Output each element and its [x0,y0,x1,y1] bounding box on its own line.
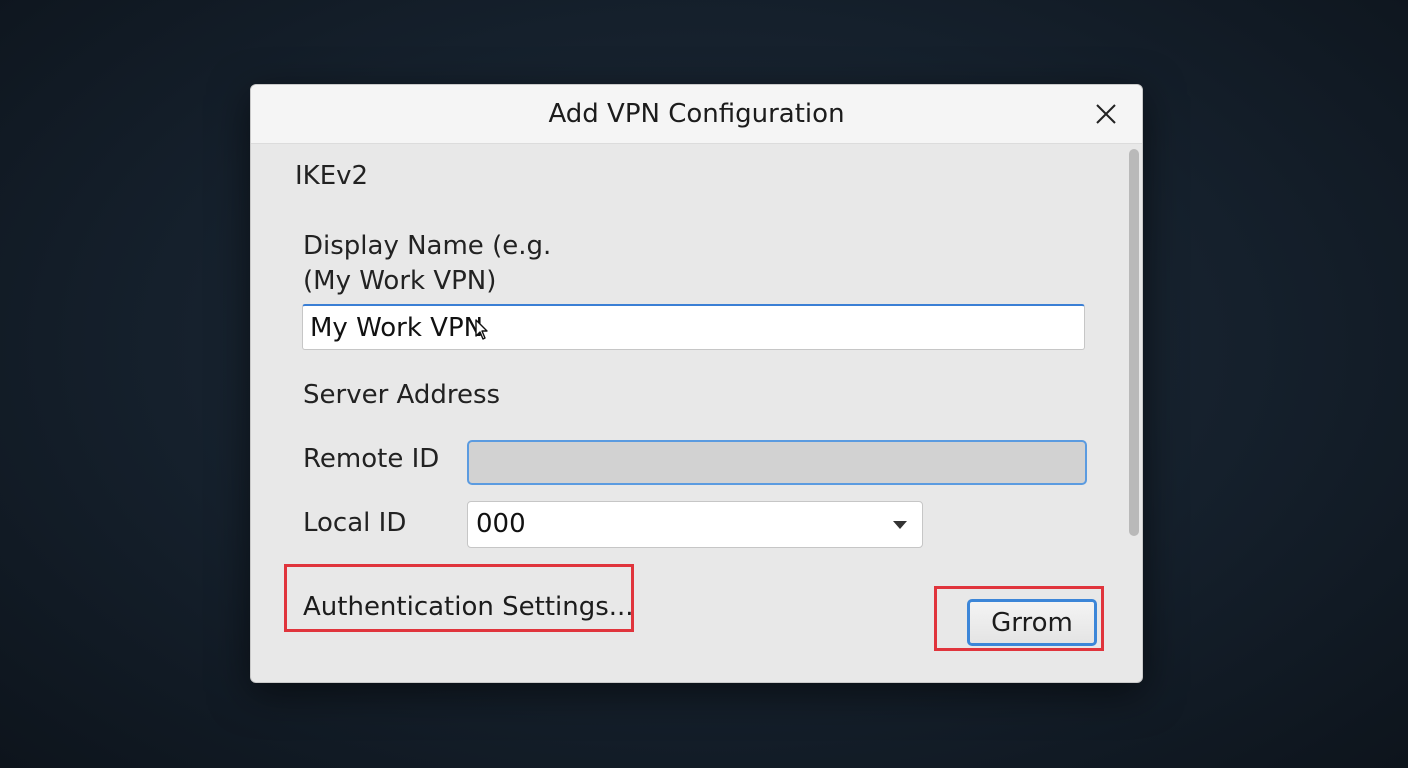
local-id-select[interactable]: 000 [467,501,923,548]
text-cursor-icon [475,319,488,340]
remote-id-label: Remote ID [303,444,440,474]
close-button[interactable] [1087,95,1125,133]
display-name-label: Display Name (e.g. (My Work VPN) [303,229,703,299]
protocol-label: IKEv2 [295,161,369,191]
local-id-label: Local ID [303,508,407,538]
close-icon [1096,104,1116,124]
server-address-label: Server Address [303,380,501,410]
display-name-label-line2: (My Work VPN) [303,266,497,296]
vertical-scrollbar[interactable] [1129,149,1139,536]
vpn-config-dialog: Add VPN Configuration IKEv2 Display Name… [250,84,1143,683]
local-id-value: 000 [476,509,526,539]
remote-id-input[interactable] [467,440,1087,485]
dialog-title: Add VPN Configuration [548,99,845,129]
authentication-settings-link[interactable]: Authentication Settings... [303,592,634,622]
dialog-titlebar: Add VPN Configuration [251,85,1142,144]
display-name-label-line1: Display Name (e.g. [303,231,552,261]
display-name-input[interactable] [302,304,1085,350]
chevron-down-icon [893,521,907,529]
action-button[interactable]: Grrom [967,599,1097,646]
